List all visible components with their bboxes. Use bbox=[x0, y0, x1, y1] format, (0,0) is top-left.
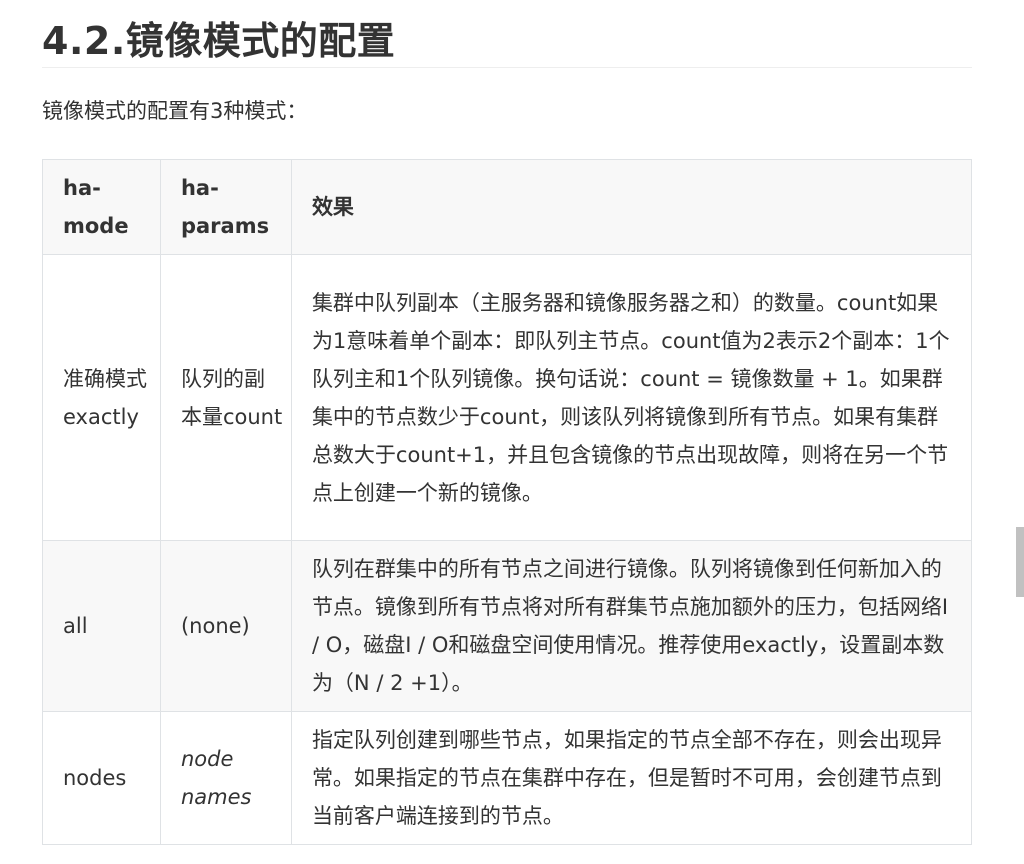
header-effect: 效果 bbox=[290, 159, 973, 255]
cell-effect: 队列在群集中的所有节点之间进行镜像。队列将镜像到任何新加入的节点。镜像到所有节点… bbox=[290, 540, 973, 712]
cell-mode: nodes bbox=[42, 711, 161, 845]
cell-effect: 集群中队列副本（主服务器和镜像服务器之和）的数量。count如果为1意味着单个副… bbox=[290, 254, 973, 541]
ha-mode-table: ha-mode ha-params 效果 准确模式exactly 队列的副本量c… bbox=[42, 159, 973, 845]
table-row: all (none) 队列在群集中的所有节点之间进行镜像。队列将镜像到任何新加入… bbox=[42, 540, 973, 712]
header-ha-mode: ha-mode bbox=[42, 159, 161, 255]
header-ha-params: ha-params bbox=[159, 159, 292, 255]
cell-params: 队列的副本量count bbox=[159, 254, 292, 541]
cell-params: (none) bbox=[159, 540, 292, 712]
document-page: 4.2.镜像模式的配置 镜像模式的配置有3种模式： ha-mode ha-par… bbox=[0, 0, 1024, 864]
vertical-scrollbar-thumb[interactable] bbox=[1016, 527, 1024, 597]
table-row: nodes node names 指定队列创建到哪些节点，如果指定的节点全部不存… bbox=[42, 711, 973, 845]
table-row: 准确模式exactly 队列的副本量count 集群中队列副本（主服务器和镜像服… bbox=[42, 254, 973, 541]
section-heading: 4.2.镜像模式的配置 bbox=[42, 14, 972, 68]
section-title: 4.2.镜像模式的配置 bbox=[42, 19, 396, 63]
cell-effect: 指定队列创建到哪些节点，如果指定的节点全部不存在，则会出现异常。如果指定的节点在… bbox=[290, 711, 973, 845]
cell-mode: 准确模式exactly bbox=[42, 254, 161, 541]
intro-paragraph: 镜像模式的配置有3种模式： bbox=[42, 99, 308, 123]
cell-mode: all bbox=[42, 540, 161, 712]
table-header-row: ha-mode ha-params 效果 bbox=[42, 159, 973, 255]
cell-params: node names bbox=[159, 711, 292, 845]
